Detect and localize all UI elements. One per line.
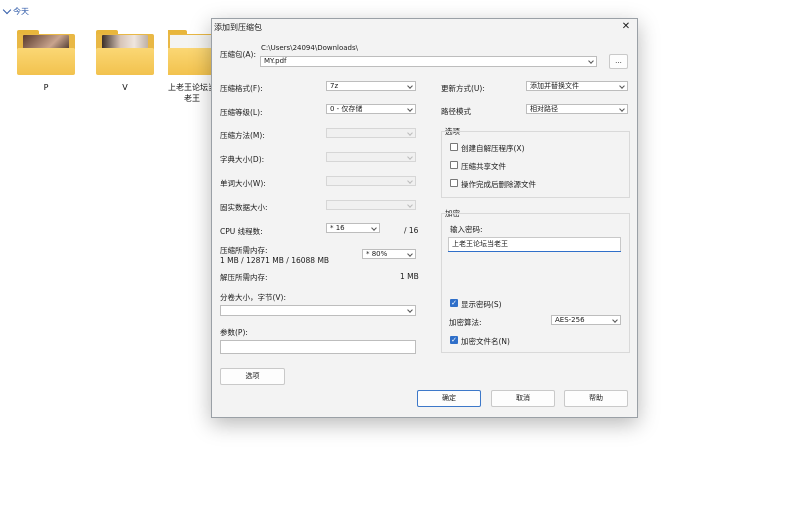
word-label: 单词大小(W): <box>220 179 266 188</box>
sfx-checkbox[interactable] <box>450 143 458 151</box>
chevron-down-icon <box>407 307 413 313</box>
chevron-down-icon <box>588 58 594 64</box>
folder-name: P <box>43 83 49 92</box>
chevron-down-icon <box>2 5 12 15</box>
chevron-down-icon <box>619 83 625 89</box>
solid-label: 固实数据大小: <box>220 203 268 212</box>
enc-method-value: AES-256 <box>555 316 585 324</box>
encrypt-names-checkbox[interactable]: ✓ <box>450 336 458 344</box>
encrypt-names-label: 加密文件名(N) <box>461 337 510 346</box>
show-password-label: 显示密码(S) <box>461 300 502 309</box>
folder-name: V <box>122 83 128 92</box>
dialog-title: 添加到压缩包 <box>214 22 262 32</box>
group-header-today[interactable]: 今天 <box>2 5 29 17</box>
cpu-select[interactable]: * 16 <box>326 223 380 233</box>
params-input[interactable] <box>220 340 416 354</box>
cancel-button[interactable]: 取消 <box>491 390 555 407</box>
password-input[interactable]: 上老王论坛当老王 <box>448 237 621 252</box>
enc-method-select[interactable]: AES-256 <box>551 315 621 325</box>
method-label: 压缩方法(M): <box>220 131 265 140</box>
archive-label: 压缩包(A): <box>220 50 257 59</box>
password-label: 输入密码: <box>450 225 483 234</box>
help-button[interactable]: 帮助 <box>564 390 628 407</box>
level-select[interactable]: 0 - 仅存储 <box>326 104 416 114</box>
solid-select[interactable] <box>326 200 416 210</box>
chevron-down-icon <box>407 251 413 257</box>
update-value: 添加并替换文件 <box>530 82 579 90</box>
archive-name-field[interactable]: MY.pdf <box>260 56 597 67</box>
chevron-down-icon <box>407 154 413 160</box>
path-value: 相对路径 <box>530 105 558 113</box>
method-select[interactable] <box>326 128 416 138</box>
add-to-archive-dialog: 添加到压缩包 ✕ 压缩包(A): C:\Users\24094\Download… <box>211 18 638 418</box>
chevron-down-icon <box>407 106 413 112</box>
update-select[interactable]: 添加并替换文件 <box>526 81 628 91</box>
path-select[interactable]: 相对路径 <box>526 104 628 114</box>
shared-label: 压缩共享文件 <box>461 162 506 171</box>
chevron-down-icon <box>371 225 377 231</box>
decomp-value: 1 MB <box>400 272 419 281</box>
archive-dir: C:\Users\24094\Downloads\ <box>261 44 358 52</box>
mem-detail: 1 MB / 12871 MB / 16088 MB <box>220 256 330 265</box>
options-button[interactable]: 选项 <box>220 368 285 385</box>
split-label: 分卷大小，字节(V): <box>220 293 287 302</box>
path-label: 路径模式 <box>441 107 471 116</box>
word-select[interactable] <box>326 176 416 186</box>
archive-name-value: MY.pdf <box>264 57 287 65</box>
cpu-total: / 16 <box>404 226 419 235</box>
folder-item-v[interactable]: V <box>89 28 161 93</box>
cpu-label: CPU 线程数: <box>220 227 263 236</box>
title-bar: 添加到压缩包 ✕ <box>212 19 637 35</box>
enc-method-label: 加密算法: <box>449 318 482 327</box>
format-value: 7z <box>330 82 339 90</box>
cpu-value: * 16 <box>330 224 345 232</box>
chevron-down-icon <box>612 317 618 323</box>
folder-icon <box>168 28 216 76</box>
dict-label: 字典大小(D): <box>220 155 265 164</box>
chevron-down-icon <box>407 83 413 89</box>
sfx-label: 创建自解压程序(X) <box>461 144 525 153</box>
password-value: 上老王论坛当老王 <box>452 240 508 248</box>
chevron-down-icon <box>407 202 413 208</box>
chevron-down-icon <box>619 106 625 112</box>
level-label: 压缩等级(L): <box>220 108 263 117</box>
group-label: 今天 <box>13 7 29 16</box>
split-select[interactable] <box>220 305 416 316</box>
ok-button[interactable]: 确定 <box>417 390 481 407</box>
mem-label: 压缩所需内存: <box>220 246 268 255</box>
delete-source-checkbox[interactable] <box>450 179 458 187</box>
format-label: 压缩格式(F): <box>220 84 263 93</box>
folder-item-laowang[interactable]: 上老王论坛当老王 <box>168 28 216 104</box>
browse-button[interactable]: ... <box>609 54 628 69</box>
show-password-checkbox[interactable]: ✓ <box>450 299 458 307</box>
focus-underline <box>448 251 621 252</box>
folder-icon <box>17 28 75 76</box>
chevron-down-icon <box>407 178 413 184</box>
update-label: 更新方式(U): <box>441 84 485 93</box>
folder-item-p[interactable]: P <box>10 28 82 93</box>
format-select[interactable]: 7z <box>326 81 416 91</box>
folder-icon <box>96 28 154 76</box>
params-label: 参数(P): <box>220 328 248 337</box>
delete-source-label: 操作完成后删除源文件 <box>461 180 536 189</box>
mem-percent-value: * 80% <box>366 250 388 258</box>
shared-checkbox[interactable] <box>450 161 458 169</box>
folder-name: 上老王论坛当老王 <box>168 83 216 103</box>
dict-select[interactable] <box>326 152 416 162</box>
chevron-down-icon <box>407 130 413 136</box>
level-value: 0 - 仅存储 <box>330 105 363 113</box>
decomp-label: 解压所需内存: <box>220 273 268 282</box>
close-icon[interactable]: ✕ <box>619 22 633 32</box>
mem-percent-select[interactable]: * 80% <box>362 249 416 259</box>
